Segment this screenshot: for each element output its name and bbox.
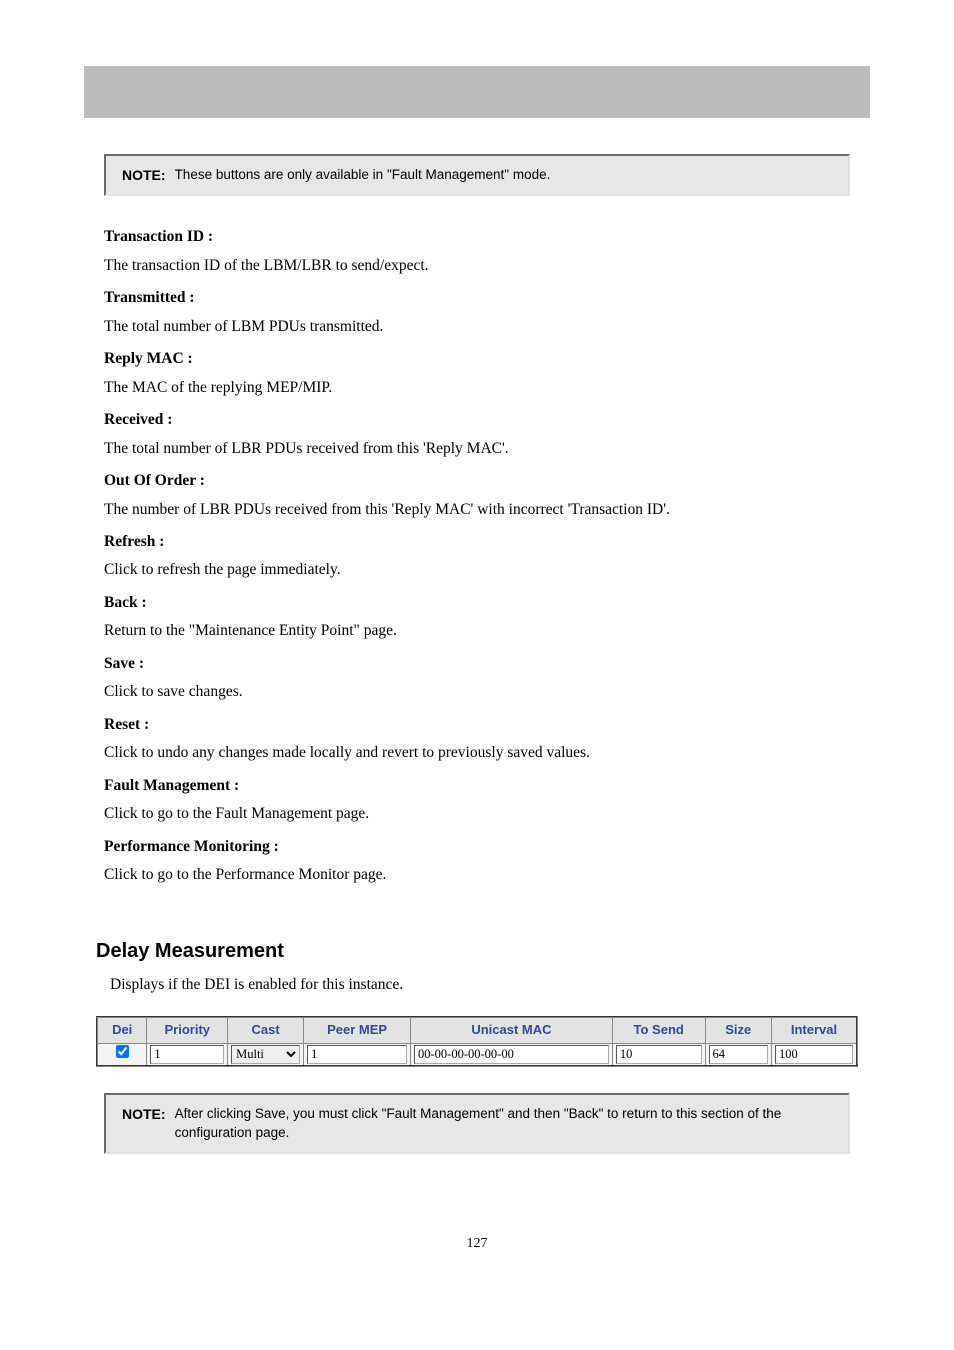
def-desc: Click to go to the Fault Management page… (104, 803, 850, 825)
def-term: Transaction ID : (104, 226, 850, 248)
def-desc: The MAC of the replying MEP/MIP. (104, 377, 850, 399)
def-term: Fault Management : (104, 775, 850, 797)
col-size: Size (705, 1017, 772, 1043)
peer-mep-input[interactable] (307, 1045, 407, 1064)
section-heading: Delay Measurement (96, 937, 870, 966)
def-desc: Click to undo any changes made locally a… (104, 742, 850, 764)
def-term: Received : (104, 409, 850, 431)
def-term: Reset : (104, 714, 850, 736)
delay-measurement-table: Dei Priority Cast Peer MEP Unicast MAC T… (96, 1016, 858, 1067)
col-unicast-mac: Unicast MAC (411, 1017, 613, 1043)
col-to-send: To Send (612, 1017, 705, 1043)
note-label: NOTE: (122, 165, 166, 185)
note-label: NOTE: (122, 1104, 166, 1124)
note-text: These buttons are only available in "Fau… (175, 165, 551, 185)
def-desc: The transaction ID of the LBM/LBR to sen… (104, 255, 850, 277)
note-box-save: NOTE: After clicking Save, you must clic… (104, 1093, 850, 1154)
def-term: Refresh : (104, 531, 850, 553)
definition-list: Transaction ID : The transaction ID of t… (104, 226, 850, 886)
cast-select[interactable]: Multi (231, 1045, 300, 1064)
section-subtext: Displays if the DEI is enabled for this … (110, 974, 870, 996)
def-desc: Click to save changes. (104, 681, 850, 703)
def-term: Performance Monitoring : (104, 836, 850, 858)
note-box-fm-only: NOTE: These buttons are only available i… (104, 154, 850, 196)
def-term: Save : (104, 653, 850, 675)
def-desc: The number of LBR PDUs received from thi… (104, 499, 850, 521)
def-desc: Click to refresh the page immediately. (104, 559, 850, 581)
col-interval: Interval (772, 1017, 858, 1043)
def-term: Reply MAC : (104, 348, 850, 370)
interval-input[interactable] (775, 1045, 853, 1064)
def-term: Out Of Order : (104, 470, 850, 492)
col-cast: Cast (228, 1017, 304, 1043)
def-desc: The total number of LBM PDUs transmitted… (104, 316, 850, 338)
def-desc: Click to go to the Performance Monitor p… (104, 864, 850, 886)
col-dei: Dei (97, 1017, 147, 1043)
def-desc: Return to the "Maintenance Entity Point"… (104, 620, 850, 642)
page-number: 127 (84, 1234, 870, 1254)
col-peer-mep: Peer MEP (304, 1017, 411, 1043)
header-band (84, 66, 870, 118)
note-text: After clicking Save, you must click "Fau… (175, 1104, 834, 1143)
def-term: Transmitted : (104, 287, 850, 309)
to-send-input[interactable] (616, 1045, 702, 1064)
table-row: Multi (97, 1043, 857, 1066)
size-input[interactable] (709, 1045, 769, 1064)
dei-checkbox[interactable] (116, 1045, 129, 1058)
unicast-mac-input[interactable] (414, 1045, 609, 1064)
def-term: Back : (104, 592, 850, 614)
priority-input[interactable] (150, 1045, 224, 1064)
def-desc: The total number of LBR PDUs received fr… (104, 438, 850, 460)
col-priority: Priority (147, 1017, 228, 1043)
